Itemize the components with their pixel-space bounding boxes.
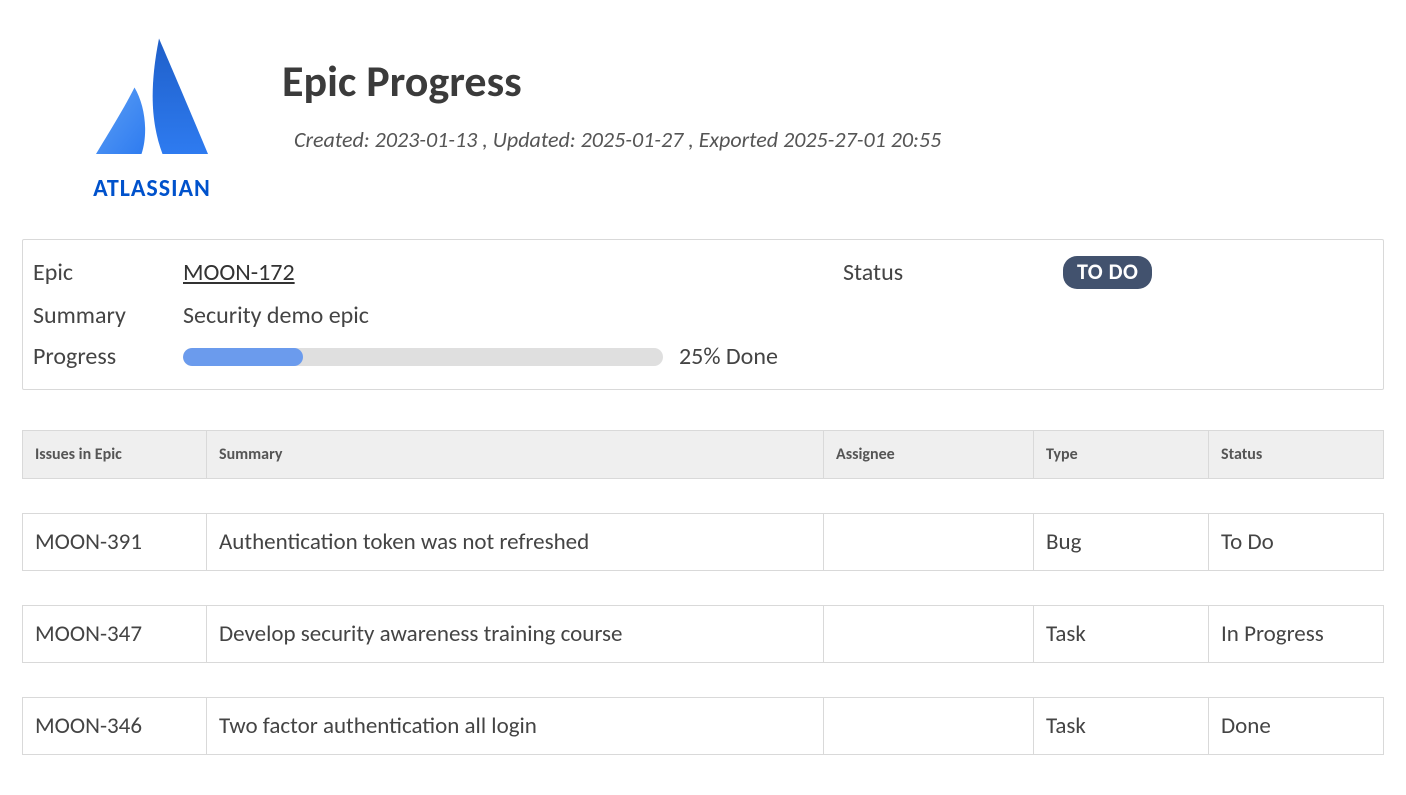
cell-key: MOON-391 xyxy=(22,513,207,571)
epic-key-link[interactable]: MOON-172 xyxy=(183,258,295,287)
epic-summary: Security demo epic xyxy=(183,301,1373,330)
page-title: Epic Progress xyxy=(282,54,941,108)
progress-bar xyxy=(183,348,663,366)
label-progress: Progress xyxy=(33,342,183,371)
label-summary: Summary xyxy=(33,301,183,330)
label-epic: Epic xyxy=(33,258,183,287)
status-badge: TO DO xyxy=(1063,256,1152,289)
report-meta: Created: 2023-01-13 , Updated: 2025-01-2… xyxy=(282,126,941,153)
col-header-status: Status xyxy=(1209,430,1384,479)
brand-block: ATLASSIAN xyxy=(62,28,242,203)
progress-fill xyxy=(183,348,303,366)
cell-key: MOON-347 xyxy=(22,605,207,663)
cell-status: In Progress xyxy=(1209,605,1384,663)
table-row: MOON-347Develop security awareness train… xyxy=(22,605,1384,663)
col-header-assignee: Assignee xyxy=(824,430,1034,479)
cell-assignee xyxy=(824,605,1034,663)
cell-summary: Two factor authentication all login xyxy=(207,697,824,755)
cell-status: To Do xyxy=(1209,513,1384,571)
issues-table: Issues in Epic Summary Assignee Type Sta… xyxy=(22,430,1384,755)
table-row: MOON-391Authentication token was not ref… xyxy=(22,513,1384,571)
col-header-key: Issues in Epic xyxy=(22,430,207,479)
cell-status: Done xyxy=(1209,697,1384,755)
cell-summary: Authentication token was not refreshed xyxy=(207,513,824,571)
cell-type: Bug xyxy=(1034,513,1209,571)
title-block: Epic Progress Created: 2023-01-13 , Upda… xyxy=(282,28,941,153)
col-header-type: Type xyxy=(1034,430,1209,479)
progress-text: 25% Done xyxy=(679,342,778,371)
table-row: MOON-346Two factor authentication all lo… xyxy=(22,697,1384,755)
brand-name: ATLASSIAN xyxy=(93,174,211,203)
cell-assignee xyxy=(824,697,1034,755)
col-header-summary: Summary xyxy=(207,430,824,479)
epic-info-panel: Epic MOON-172 Status TO DO Summary Secur… xyxy=(22,239,1384,390)
atlassian-logo-icon xyxy=(82,28,222,168)
cell-type: Task xyxy=(1034,605,1209,663)
cell-summary: Develop security awareness training cour… xyxy=(207,605,824,663)
cell-type: Task xyxy=(1034,697,1209,755)
report-header: ATLASSIAN Epic Progress Created: 2023-01… xyxy=(22,28,1384,203)
cell-assignee xyxy=(824,513,1034,571)
label-status: Status xyxy=(843,258,1063,287)
cell-key: MOON-346 xyxy=(22,697,207,755)
